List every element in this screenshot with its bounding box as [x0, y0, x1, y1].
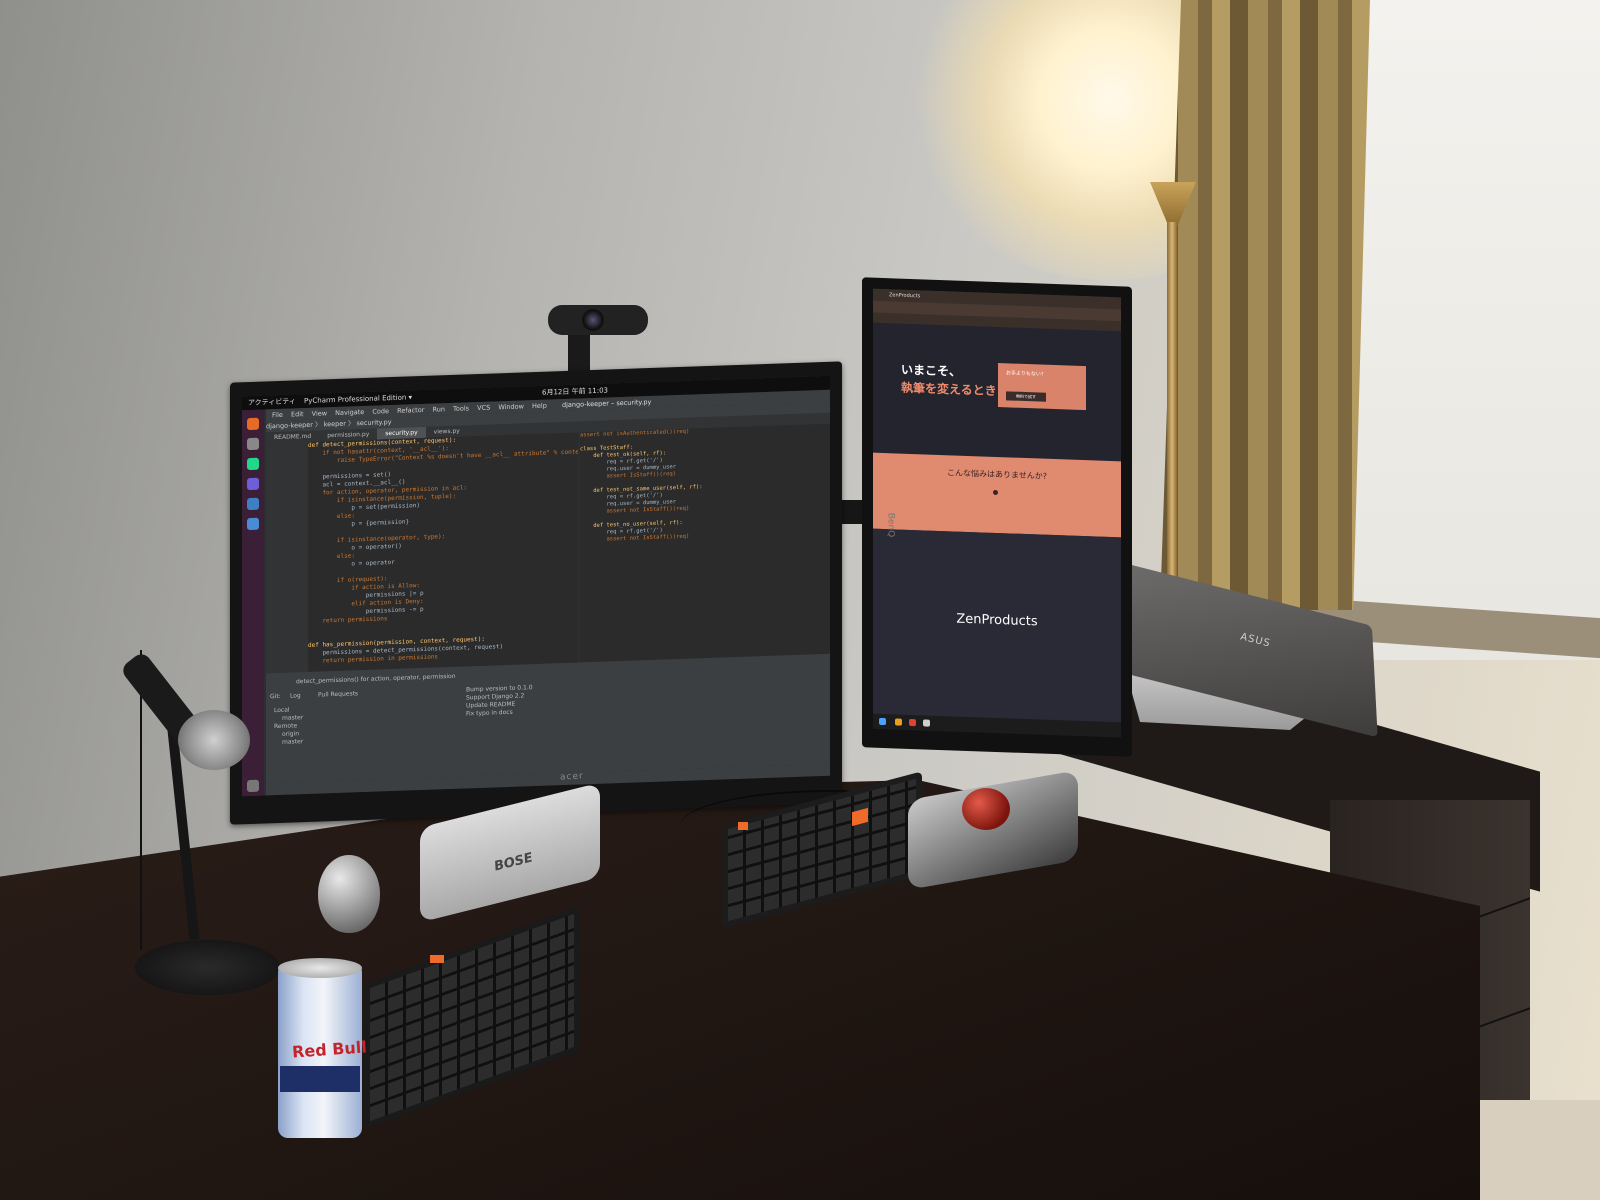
- menu-vcs[interactable]: VCS: [477, 404, 490, 412]
- branch-item[interactable]: master: [274, 738, 303, 747]
- hero-card: お手よりもない? 無料で試す: [998, 363, 1086, 411]
- orange-keycap: [430, 955, 444, 963]
- commit-row[interactable]: Fix typo in docs: [466, 708, 533, 718]
- pycharm-icon[interactable]: [247, 457, 259, 471]
- hero-card-title: お手よりもない?: [1006, 370, 1044, 378]
- brand-title: ZenProducts: [956, 611, 1038, 630]
- brand-section: ZenProducts: [873, 528, 1121, 723]
- terminal-icon[interactable]: [247, 497, 259, 511]
- git-log-tab[interactable]: Log: [290, 692, 301, 699]
- menu-refactor[interactable]: Refactor: [397, 406, 424, 415]
- pull-requests-tab[interactable]: Pull Requests: [318, 690, 358, 698]
- git-tab-label: Git:: [270, 692, 281, 701]
- menu-navigate[interactable]: Navigate: [335, 408, 364, 417]
- can-stripe: [280, 1066, 360, 1092]
- right-monitor-screen: ZenProducts いまこそ、 執筆を変えるとき お手よりもない? 無料で試…: [873, 288, 1121, 738]
- hero-heading-line2: 執筆を変えるとき: [901, 380, 997, 398]
- orange-keycap: [738, 822, 748, 830]
- problems-section: こんな悩みはありませんか?: [873, 452, 1121, 538]
- can-top: [278, 958, 362, 978]
- problems-heading: こんな悩みはありませんか?: [946, 468, 1047, 481]
- app-icon[interactable]: [923, 719, 930, 727]
- microphone-head: [178, 710, 250, 770]
- trackball-ball[interactable]: [962, 788, 1010, 830]
- menu-file[interactable]: File: [272, 411, 283, 419]
- mic-stand-base: [135, 940, 280, 995]
- git-panel: detect_permissions() for action, operato…: [266, 653, 830, 784]
- menu-window[interactable]: Window: [498, 402, 524, 411]
- app-grid-icon[interactable]: [247, 779, 259, 793]
- explorer-icon[interactable]: [895, 718, 902, 726]
- settings-icon[interactable]: [247, 517, 259, 531]
- menu-run[interactable]: Run: [432, 405, 444, 413]
- start-icon[interactable]: [879, 717, 886, 726]
- code-editor-main[interactable]: def detect_permissions(context, request)…: [308, 432, 578, 672]
- browser-tab[interactable]: ZenProducts: [889, 292, 920, 299]
- menu-view[interactable]: View: [312, 409, 327, 418]
- benq-logo: BenQ: [885, 512, 896, 538]
- hero-cta-button[interactable]: 無料で試す: [1006, 391, 1046, 402]
- menu-code[interactable]: Code: [372, 407, 389, 416]
- hero-section: いまこそ、 執筆を変えるとき お手よりもない? 無料で試す: [873, 322, 1121, 462]
- menu-help[interactable]: Help: [532, 402, 547, 411]
- branch-tree: Local master Remote origin master: [274, 706, 303, 747]
- bullet-dot: [993, 489, 998, 496]
- left-monitor-screen: アクティビティ PyCharm Professional Edition ▾ 6…: [242, 375, 830, 797]
- code-editor-split[interactable]: assert not isAuthenticated()(req) class …: [580, 423, 830, 663]
- slack-icon[interactable]: [247, 477, 259, 491]
- egg-timer: [318, 855, 380, 933]
- status-line: detect_permissions() for action, operato…: [296, 672, 456, 686]
- acer-logo: acer: [559, 771, 584, 783]
- commit-list: Bump version to 0.1.0 Support Django 2.2 U…: [466, 684, 533, 718]
- firefox-icon[interactable]: [247, 417, 259, 431]
- menu-edit[interactable]: Edit: [291, 410, 304, 418]
- menu-tools[interactable]: Tools: [453, 404, 469, 413]
- hero-heading-line1: いまこそ、: [901, 362, 962, 379]
- files-icon[interactable]: [247, 437, 259, 451]
- chrome-icon[interactable]: [909, 718, 916, 727]
- curtain: [1160, 0, 1370, 610]
- project-gutter: [266, 441, 308, 674]
- webcam-lens: [582, 309, 604, 331]
